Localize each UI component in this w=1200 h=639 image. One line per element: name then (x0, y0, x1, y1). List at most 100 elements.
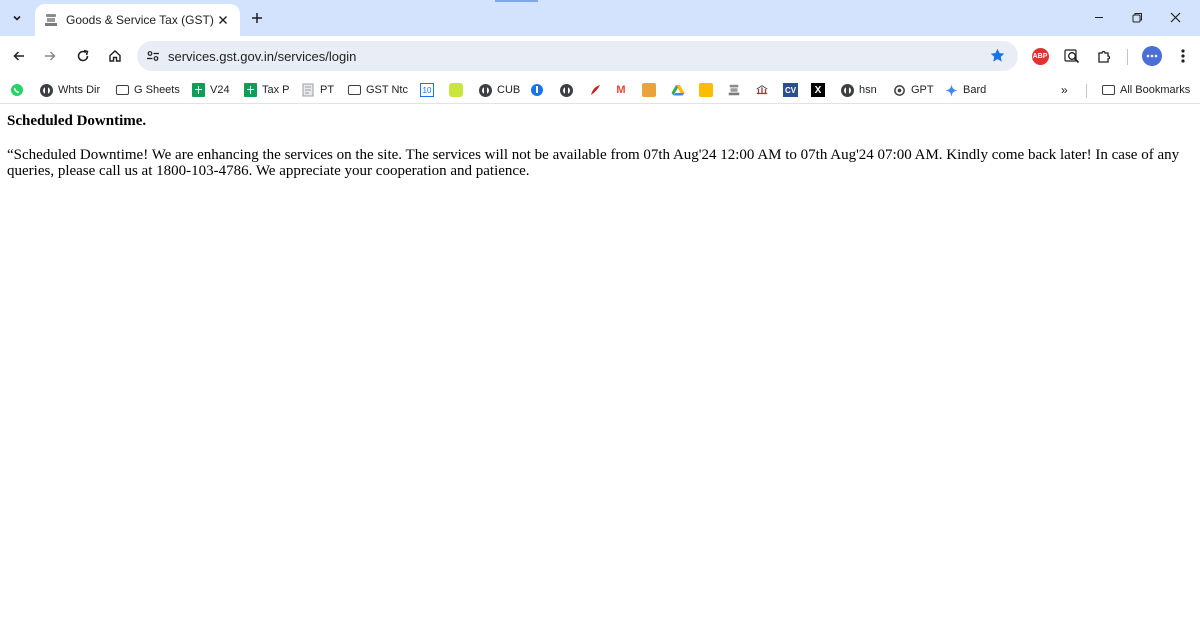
address-bar[interactable]: services.gst.gov.in/services/login (137, 41, 1018, 71)
profile-button[interactable] (1142, 46, 1162, 66)
bookmark-g-sheets[interactable]: G Sheets (115, 80, 180, 100)
bookmark-blue-site[interactable] (530, 80, 544, 100)
all-bookmarks-label: All Bookmarks (1120, 84, 1191, 96)
bookmark-bard[interactable]: Bard (944, 80, 986, 100)
bookmark-cv[interactable]: CV (783, 80, 798, 100)
site-info-icon[interactable] (146, 49, 160, 63)
bookmark-cub[interactable]: CUB (478, 80, 520, 100)
bookmark-x[interactable]: X (811, 80, 825, 100)
bookmark-drive[interactable] (671, 80, 685, 100)
folder-icon (1101, 83, 1115, 97)
folder-icon (115, 83, 129, 97)
minimize-button[interactable] (1080, 0, 1118, 34)
reload-icon (77, 49, 89, 62)
arrow-left-icon (13, 51, 24, 61)
tab-gst[interactable]: Goods & Service Tax (GST) (35, 4, 240, 36)
globe-icon (39, 83, 53, 97)
close-window-button[interactable] (1156, 0, 1194, 34)
emblem-icon (727, 83, 741, 97)
bookmark-tax-p[interactable]: Tax P (243, 80, 290, 100)
minimize-icon (1095, 17, 1103, 18)
bookmark-label: GPT (911, 84, 934, 96)
bookmark-hsn[interactable]: hsn (840, 80, 877, 100)
more-vertical-icon (1181, 49, 1185, 63)
bookmark-portal[interactable] (755, 80, 769, 100)
bookmark-gst-ntc[interactable]: GST Ntc (347, 80, 408, 100)
adblock-extension-button[interactable]: ABP (1030, 46, 1050, 66)
back-button[interactable] (7, 44, 31, 68)
bookmark-pt[interactable]: PT (301, 80, 334, 100)
bookmark-emblem[interactable] (727, 80, 741, 100)
home-button[interactable] (103, 44, 127, 68)
document-icon (301, 83, 315, 97)
restore-button[interactable] (1118, 0, 1156, 34)
bookmark-label: PT (320, 84, 335, 96)
url-text[interactable]: services.gst.gov.in/services/login (168, 49, 356, 64)
note-icon (699, 83, 713, 97)
tab-search-button[interactable] (6, 7, 28, 29)
sparkle-icon (944, 83, 958, 97)
bookmark-calendar[interactable]: 10 (420, 80, 434, 100)
x-logo-icon: X (811, 83, 825, 97)
globe-icon (840, 83, 854, 97)
globe-icon (478, 83, 492, 97)
bookmark-gmail[interactable]: M (614, 80, 628, 100)
tab-strip: Goods & Service Tax (GST) (0, 0, 1200, 36)
bookmark-label: G Sheets (134, 84, 180, 96)
bookmark-label: Tax P (262, 84, 290, 96)
bookmark-green-site[interactable] (449, 80, 463, 100)
browser-menu-button[interactable] (1173, 46, 1193, 66)
whatsapp-icon (10, 83, 24, 97)
close-icon (219, 16, 227, 24)
close-icon (1170, 12, 1180, 22)
window-controls (1080, 0, 1200, 36)
bookmark-label: hsn (859, 84, 877, 96)
bookmark-gpt[interactable]: GPT (892, 80, 934, 100)
folder-icon (347, 83, 361, 97)
tab-title: Goods & Service Tax (GST) (66, 13, 214, 27)
bookmarks-bar: Whts Dir G Sheets V24 Tax P PT GST Ntc 1… (0, 76, 1200, 104)
bookmark-label: Whts Dir (58, 84, 101, 96)
tab-drag-indicator (495, 0, 538, 2)
bookmarks-overflow-button[interactable]: » (1061, 80, 1068, 100)
openai-icon (892, 83, 906, 97)
feather-icon (588, 83, 602, 97)
profile-avatar-icon (1146, 54, 1158, 58)
gmail-icon: M (616, 84, 626, 96)
reload-button[interactable] (71, 44, 95, 68)
chevron-down-icon (13, 15, 21, 21)
site-logo-icon (642, 83, 656, 97)
abp-icon: ABP (1031, 47, 1049, 65)
calendar-icon: 10 (420, 83, 434, 97)
forward-button[interactable] (38, 44, 62, 68)
browser-toolbar: services.gst.gov.in/services/login ABP (0, 36, 1200, 76)
toolbar-separator (1127, 49, 1128, 65)
downtime-message: “Scheduled Downtime! We are enhancing th… (7, 147, 1180, 179)
bookmark-keep[interactable] (699, 80, 713, 100)
puzzle-icon (1098, 50, 1111, 63)
close-tab-button[interactable] (214, 11, 232, 29)
bookmark-globe-site[interactable] (559, 80, 573, 100)
arrow-right-icon (45, 51, 56, 61)
bookmark-whatsapp[interactable] (10, 80, 24, 100)
bookmarks-separator (1086, 84, 1087, 98)
extensions-button[interactable] (1094, 46, 1114, 66)
all-bookmarks-button[interactable]: All Bookmarks (1101, 80, 1190, 100)
bookmark-whts-dir[interactable]: Whts Dir (39, 80, 100, 100)
search-extension-button[interactable] (1062, 46, 1082, 66)
bookmark-v24[interactable]: V24 (191, 80, 230, 100)
home-icon (109, 50, 121, 62)
page-content: Scheduled Downtime. “Scheduled Downtime!… (7, 112, 1197, 179)
building-icon (755, 83, 769, 97)
bookmark-label: Bard (963, 84, 987, 96)
cv-icon: CV (783, 83, 798, 97)
bookmark-label: GST Ntc (366, 84, 408, 96)
bookmark-star-icon[interactable] (989, 47, 1006, 64)
restore-icon (1132, 12, 1142, 22)
bookmark-red-site[interactable] (588, 80, 602, 100)
bookmark-orange-site[interactable] (642, 80, 656, 100)
new-tab-button[interactable] (247, 8, 267, 28)
sheets-icon (191, 83, 205, 97)
bookmark-label: V24 (210, 84, 230, 96)
pin-icon (530, 83, 544, 97)
